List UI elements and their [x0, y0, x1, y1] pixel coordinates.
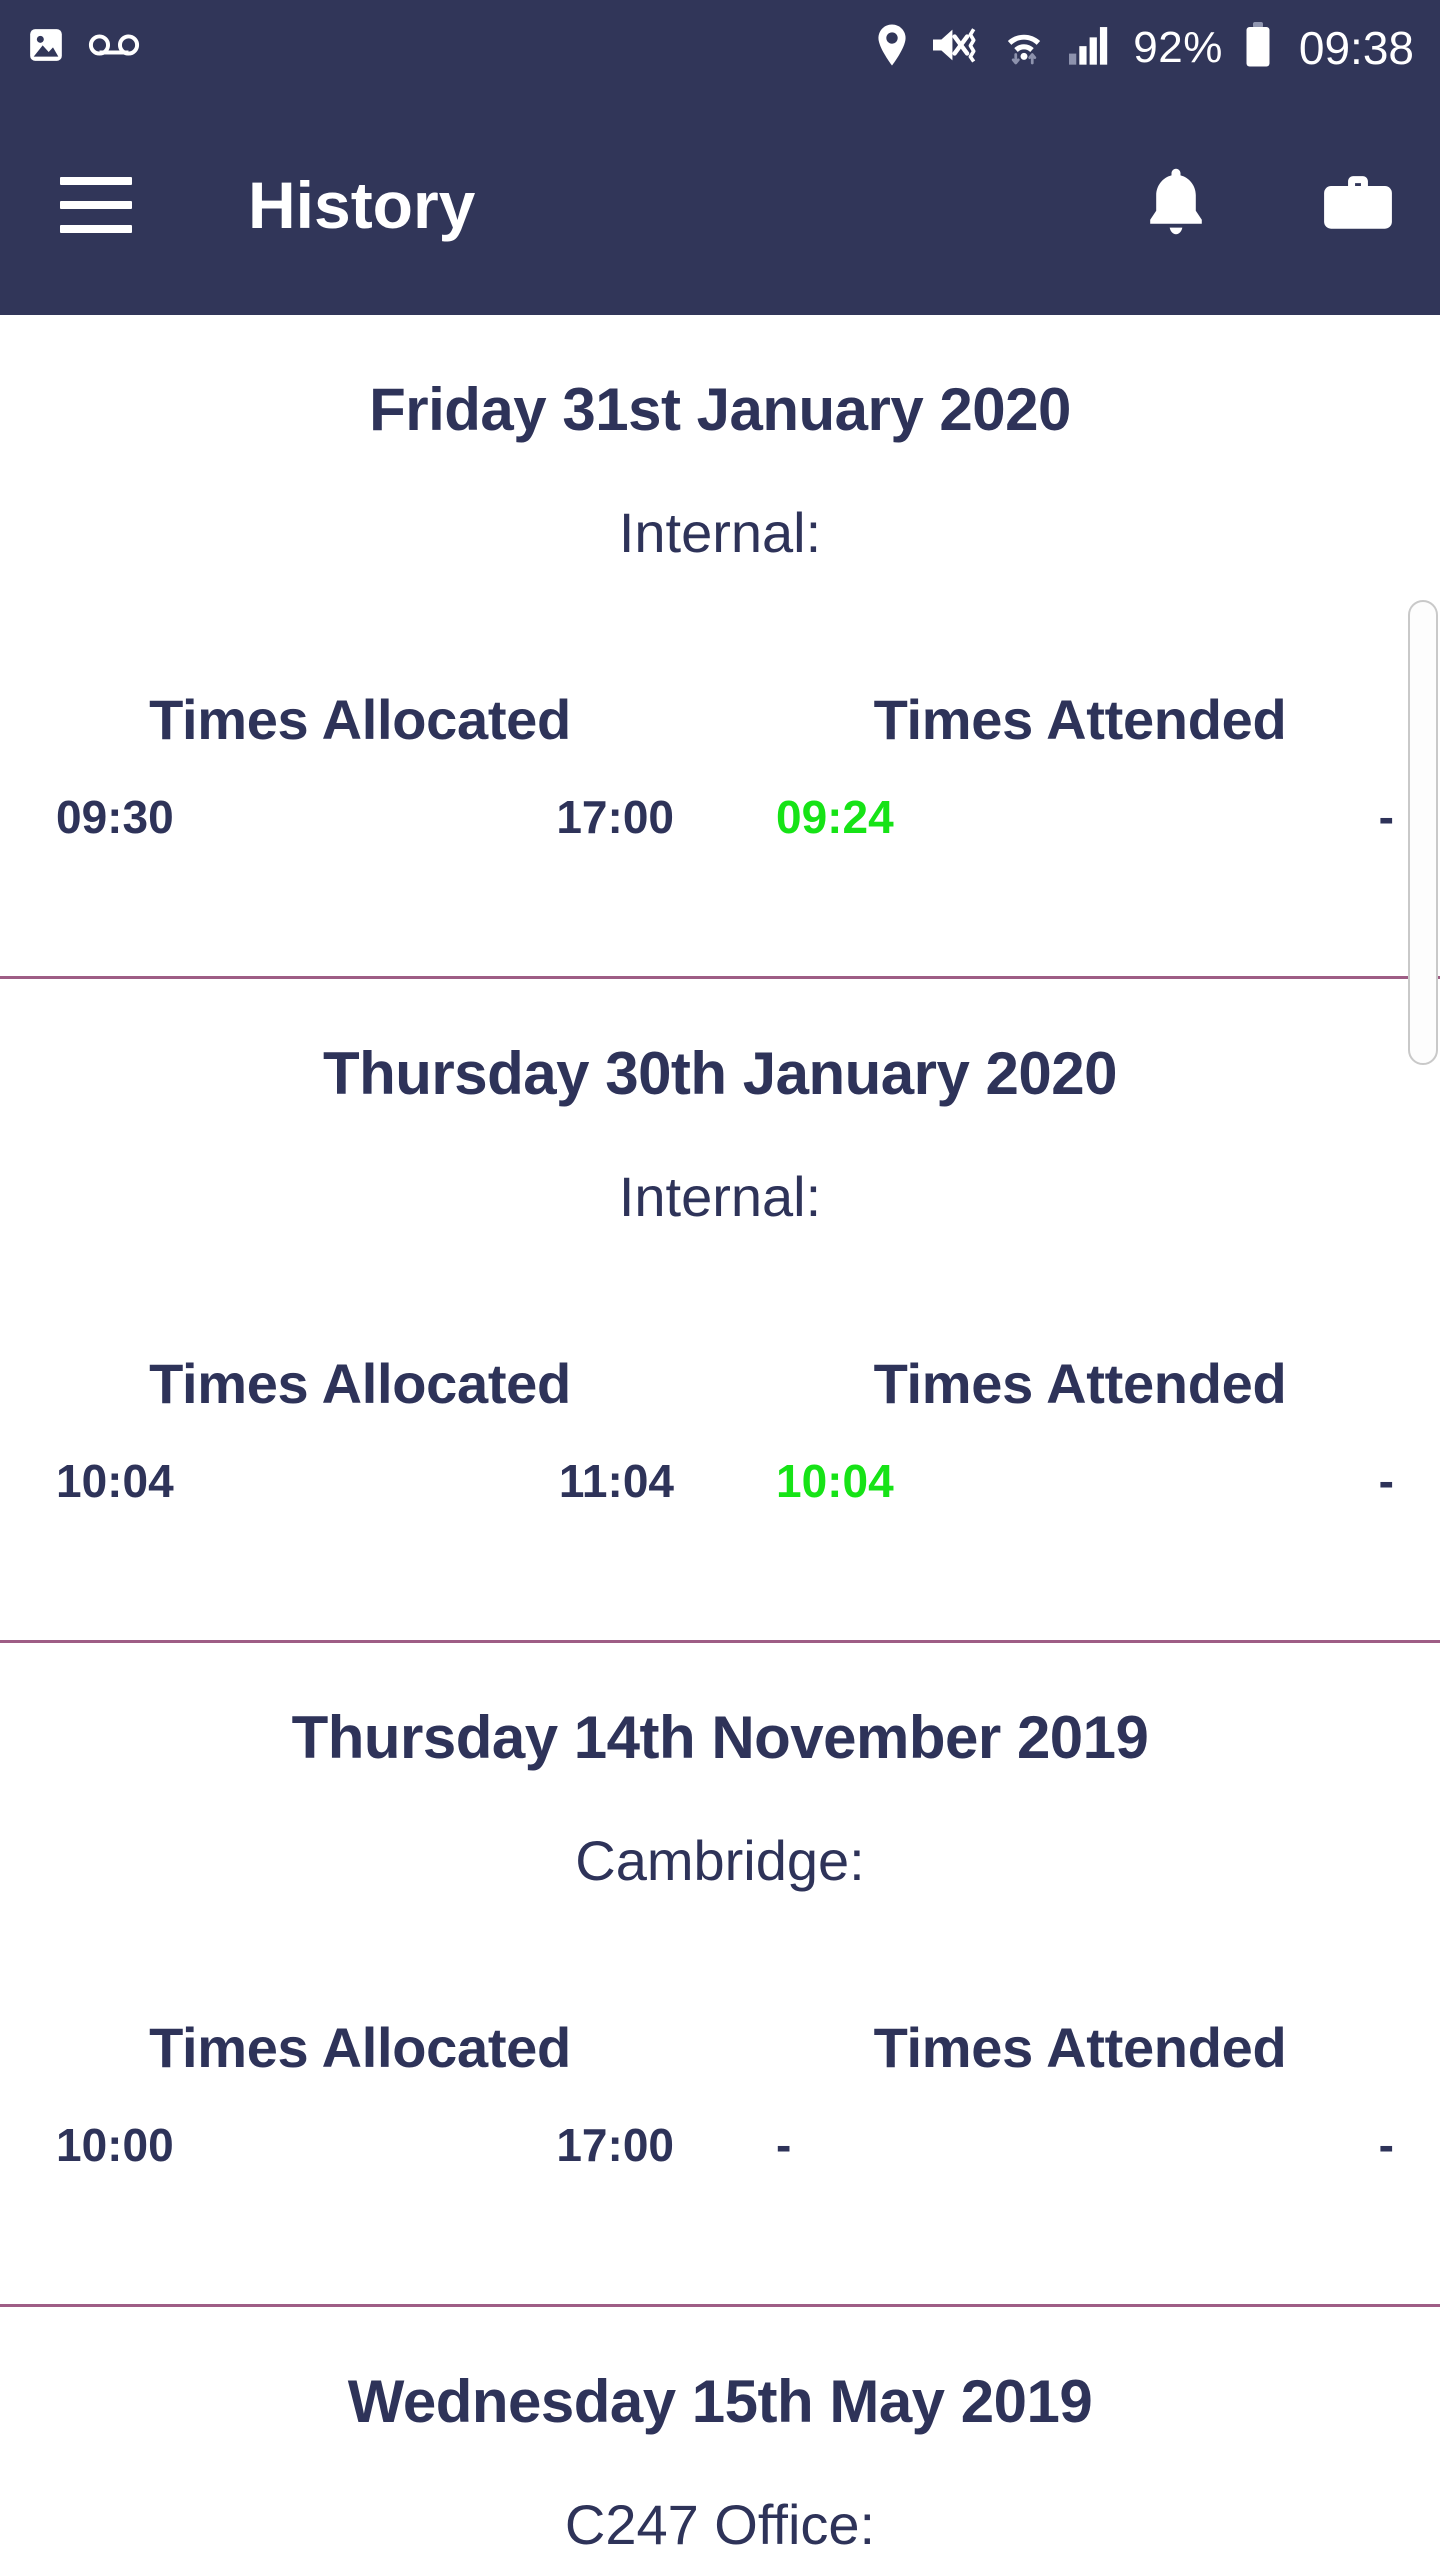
battery-percent-label: 92%	[1133, 22, 1223, 72]
allocated-end-time: 17:00	[556, 791, 674, 843]
history-card[interactable]: Wednesday 15th May 2019 C247 Office:	[0, 2307, 1440, 2557]
times-allocated-values: 10:00 17:00	[0, 2080, 720, 2172]
hamburger-bar-1	[60, 177, 132, 185]
location-pin-icon	[875, 23, 909, 72]
times-allocated-column: Times Allocated 09:30 17:00	[0, 687, 720, 844]
attended-end-time: -	[1378, 791, 1394, 843]
times-allocated-header: Times Allocated	[149, 1352, 571, 1415]
volume-mute-vibrate-icon	[929, 23, 981, 72]
hamburger-bar-3	[60, 225, 132, 233]
card-spacer	[0, 2172, 1440, 2304]
card-date: Wednesday 15th May 2019	[347, 2368, 1093, 2435]
history-list[interactable]: Friday 31st January 2020 Internal: Times…	[0, 315, 1440, 2560]
times-attended-header: Times Attended	[873, 2016, 1287, 2079]
card-date: Friday 31st January 2020	[369, 376, 1071, 443]
attended-end-time: -	[1378, 1455, 1394, 1507]
status-bar: 92% 09:38	[0, 0, 1440, 95]
briefcase-icon[interactable]	[1320, 166, 1396, 245]
voicemail-icon	[88, 27, 140, 68]
times-allocated-column: Times Allocated 10:00 17:00	[0, 2015, 720, 2172]
times-attended-column: Times Attended 10:04 -	[720, 1351, 1440, 1508]
times-attended-header: Times Attended	[873, 1352, 1287, 1415]
status-bar-clock: 09:38	[1298, 21, 1414, 74]
times-allocated-header: Times Allocated	[149, 2016, 571, 2079]
wifi-icon	[1001, 23, 1047, 72]
card-date: Thursday 14th November 2019	[291, 1704, 1149, 1771]
card-location: Cambridge:	[575, 1829, 865, 1892]
notifications-bell-icon[interactable]	[1140, 164, 1212, 247]
times-columns: Times Allocated 10:04 11:04 Times Attend…	[0, 1229, 1440, 1508]
times-columns: Times Allocated 09:30 17:00 Times Attend…	[0, 565, 1440, 844]
card-location: C247 Office:	[564, 2493, 876, 2556]
times-allocated-values: 09:30 17:00	[0, 752, 720, 844]
hamburger-bar-2	[60, 201, 132, 209]
times-attended-column: Times Attended 09:24 -	[720, 687, 1440, 844]
times-attended-values: 09:24 -	[720, 752, 1440, 844]
image-icon	[26, 25, 66, 70]
card-spacer	[0, 1508, 1440, 1640]
attended-end-time: -	[1378, 2119, 1394, 2171]
allocated-start-time: 10:04	[56, 1455, 174, 1507]
page-title: History	[248, 168, 476, 242]
cellular-signal-icon	[1067, 24, 1113, 71]
times-attended-values: 10:04 -	[720, 1416, 1440, 1508]
times-attended-values: - -	[720, 2080, 1440, 2172]
app-bar: History	[0, 95, 1440, 315]
history-card[interactable]: Thursday 30th January 2020 Internal: Tim…	[0, 979, 1440, 1643]
times-allocated-column: Times Allocated 10:04 11:04	[0, 1351, 720, 1508]
times-columns: Times Allocated 10:00 17:00 Times Attend…	[0, 1893, 1440, 2172]
times-allocated-header: Times Allocated	[149, 688, 571, 751]
card-location: Internal:	[618, 501, 822, 564]
allocated-end-time: 17:00	[556, 2119, 674, 2171]
app-bar-actions	[1140, 164, 1396, 247]
history-card[interactable]: Thursday 14th November 2019 Cambridge: T…	[0, 1643, 1440, 2307]
attended-start-time: -	[776, 2119, 792, 2171]
card-location: Internal:	[618, 1165, 822, 1228]
times-attended-column: Times Attended - -	[720, 2015, 1440, 2172]
attended-start-time: 10:04	[776, 1455, 894, 1507]
card-date: Thursday 30th January 2020	[322, 1040, 1118, 1107]
allocated-start-time: 10:00	[56, 2119, 174, 2171]
attended-start-time: 09:24	[776, 791, 894, 843]
times-allocated-values: 10:04 11:04	[0, 1416, 720, 1508]
battery-icon	[1243, 22, 1273, 73]
status-bar-left-icons	[26, 25, 140, 70]
card-spacer	[0, 844, 1440, 976]
times-attended-header: Times Attended	[873, 688, 1287, 751]
vertical-scrollbar[interactable]	[1408, 600, 1438, 1065]
status-bar-right-icons: 92% 09:38	[875, 21, 1414, 75]
allocated-start-time: 09:30	[56, 791, 174, 843]
allocated-end-time: 11:04	[558, 1455, 674, 1507]
hamburger-menu-icon[interactable]	[60, 177, 132, 233]
history-card[interactable]: Friday 31st January 2020 Internal: Times…	[0, 315, 1440, 979]
